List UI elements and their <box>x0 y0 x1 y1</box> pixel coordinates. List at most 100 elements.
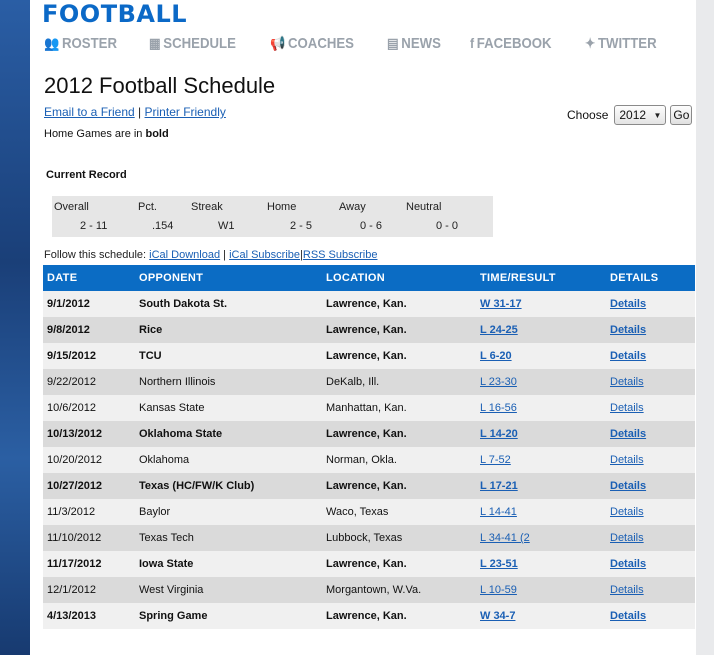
cell-result: L 14-41 <box>476 499 606 525</box>
record-value-neutral: 0 - 0 <box>436 220 459 232</box>
home-note-bold: bold <box>145 128 169 140</box>
table-icon: ▦ <box>148 34 161 51</box>
cell-result-link[interactable]: L 14-20 <box>480 428 518 440</box>
cell-location: Lubbock, Texas <box>322 525 476 551</box>
go-button[interactable]: Go <box>670 105 693 125</box>
cell-result: W 31-17 <box>476 291 606 317</box>
users-icon: 👥 <box>44 34 60 51</box>
cell-details-link[interactable]: Details <box>610 610 646 622</box>
cell-details-link[interactable]: Details <box>610 324 646 336</box>
rss-subscribe-link[interactable]: RSS Subscribe <box>303 249 378 261</box>
nav-roster[interactable]: 👥 ROSTER <box>44 33 117 53</box>
follow-prefix: Follow this schedule: <box>44 249 150 261</box>
cell-result-link[interactable]: L 23-51 <box>480 558 518 570</box>
cell-result-link[interactable]: L 24-25 <box>480 324 518 336</box>
nav-schedule-label: SCHEDULE <box>163 34 236 52</box>
cell-result: L 17-21 <box>476 473 606 499</box>
table-row: 12/1/2012 West Virginia Morgantown, W.Va. L… <box>43 577 695 603</box>
chevron-down-icon: ▼ <box>653 110 662 120</box>
cell-opponent: Spring Game <box>135 603 322 629</box>
table-row: 10/27/2012 Texas (HC/FW/K Club) Lawrence, … <box>43 473 695 499</box>
cell-details: Details <box>606 395 695 421</box>
nav-schedule[interactable]: ▦ SCHEDULE <box>149 33 236 53</box>
cell-result-link[interactable]: L 23-30 <box>480 376 517 388</box>
email-friend-link[interactable]: Email to a Friend <box>44 105 135 119</box>
cell-result: L 34-41 (2 <box>476 525 606 551</box>
nav-news[interactable]: ▤ NEWS <box>387 33 441 53</box>
cell-details-link[interactable]: Details <box>610 506 644 518</box>
table-row: 9/8/2012 Rice Lawrence, Kan. L 24-25 Details <box>43 317 695 343</box>
table-row: 10/6/2012 Kansas State Manhattan, Kan. L 16… <box>43 395 695 421</box>
cell-date: 11/10/2012 <box>43 525 135 551</box>
season-select-value: 2012 <box>619 108 647 122</box>
record-label-pct: Pct. <box>138 201 157 213</box>
cell-details-link[interactable]: Details <box>610 350 646 362</box>
record-label-neutral: Neutral <box>406 201 442 213</box>
table-row: 11/10/2012 Texas Tech Lubbock, Texas L 34-4… <box>43 525 695 551</box>
table-header-row: DATE OPPONENT LOCATION TIME/RESULT DETAI… <box>43 265 695 291</box>
record-value-pct: .154 <box>152 220 174 232</box>
cell-result-link[interactable]: L 16-56 <box>480 402 517 414</box>
cell-result: L 23-30 <box>476 369 606 395</box>
cell-date: 11/17/2012 <box>43 551 135 577</box>
cell-details-link[interactable]: Details <box>610 454 644 466</box>
nav-coaches-label: COACHES <box>287 34 354 52</box>
nav-twitter[interactable]: ✦ TWITTER <box>585 33 657 53</box>
header-details: DETAILS <box>606 265 695 291</box>
cell-opponent: Texas (HC/FW/K Club) <box>135 473 322 499</box>
content-panel: FOOTBALL 👥 ROSTER ▦ SCHEDULE 📢 COACHES ▤… <box>30 0 696 655</box>
cell-location: Lawrence, Kan. <box>322 421 476 447</box>
cell-result: W 34-7 <box>476 603 606 629</box>
nav-coaches[interactable]: 📢 COACHES <box>270 33 354 53</box>
record-label-away: Away <box>339 201 366 213</box>
cell-details-link[interactable]: Details <box>610 428 646 440</box>
record-box: Overall Pct. Streak Home Away Neutral 2 … <box>52 196 493 237</box>
cell-date: 10/13/2012 <box>43 421 135 447</box>
cell-result: L 14-20 <box>476 421 606 447</box>
cell-location: Lawrence, Kan. <box>322 473 476 499</box>
ical-subscribe-link[interactable]: iCal Subscribe <box>229 249 300 261</box>
cell-opponent: Iowa State <box>135 551 322 577</box>
cell-result-link[interactable]: L 7-52 <box>480 454 511 466</box>
table-row: 10/20/2012 Oklahoma Norman, Okla. L 7-52 Det… <box>43 447 695 473</box>
cell-details-link[interactable]: Details <box>610 532 644 544</box>
nav-facebook[interactable]: f FACEBOOK <box>470 33 552 53</box>
nav-roster-label: ROSTER <box>61 34 117 52</box>
cell-result: L 10-59 <box>476 577 606 603</box>
cell-result-link[interactable]: W 31-17 <box>480 298 522 310</box>
cell-date: 11/3/2012 <box>43 499 135 525</box>
cell-result-link[interactable]: L 17-21 <box>480 480 518 492</box>
cell-details-link[interactable]: Details <box>610 402 644 414</box>
cell-result-link[interactable]: L 14-41 <box>480 506 517 518</box>
cell-details-link[interactable]: Details <box>610 376 644 388</box>
cell-details: Details <box>606 577 695 603</box>
cell-result-link[interactable]: L 34-41 (2 <box>480 532 530 544</box>
cell-details-link[interactable]: Details <box>610 558 646 570</box>
schedule-table: DATE OPPONENT LOCATION TIME/RESULT DETAI… <box>43 265 695 629</box>
cell-opponent: Kansas State <box>135 395 322 421</box>
printer-friendly-link[interactable]: Printer Friendly <box>145 105 226 119</box>
left-background <box>0 0 30 655</box>
nav-bar: 👥 ROSTER ▦ SCHEDULE 📢 COACHES ▤ NEWS f F… <box>44 33 688 53</box>
schedule-body: 9/1/2012 South Dakota St. Lawrence, Kan. W … <box>43 291 695 629</box>
cell-result-link[interactable]: W 34-7 <box>480 610 515 622</box>
cell-result-link[interactable]: L 6-20 <box>480 350 512 362</box>
cell-details: Details <box>606 499 695 525</box>
cell-details-link[interactable]: Details <box>610 584 644 596</box>
cell-date: 9/22/2012 <box>43 369 135 395</box>
facebook-icon: f <box>470 35 475 51</box>
twitter-icon: ✦ <box>585 34 596 51</box>
cell-date: 9/8/2012 <box>43 317 135 343</box>
cell-details-link[interactable]: Details <box>610 480 646 492</box>
season-select[interactable]: 2012 ▼ <box>614 105 667 125</box>
header-date: DATE <box>43 265 135 291</box>
cell-result: L 16-56 <box>476 395 606 421</box>
ical-download-link[interactable]: iCal Download <box>149 249 220 261</box>
header-opponent: OPPONENT <box>135 265 322 291</box>
megaphone-icon: 📢 <box>269 34 286 51</box>
cell-result-link[interactable]: L 10-59 <box>480 584 517 596</box>
table-row: 10/13/2012 Oklahoma State Lawrence, Kan. L … <box>43 421 695 447</box>
cell-location: Morgantown, W.Va. <box>322 577 476 603</box>
cell-details-link[interactable]: Details <box>610 298 646 310</box>
links-separator: | <box>138 105 142 119</box>
